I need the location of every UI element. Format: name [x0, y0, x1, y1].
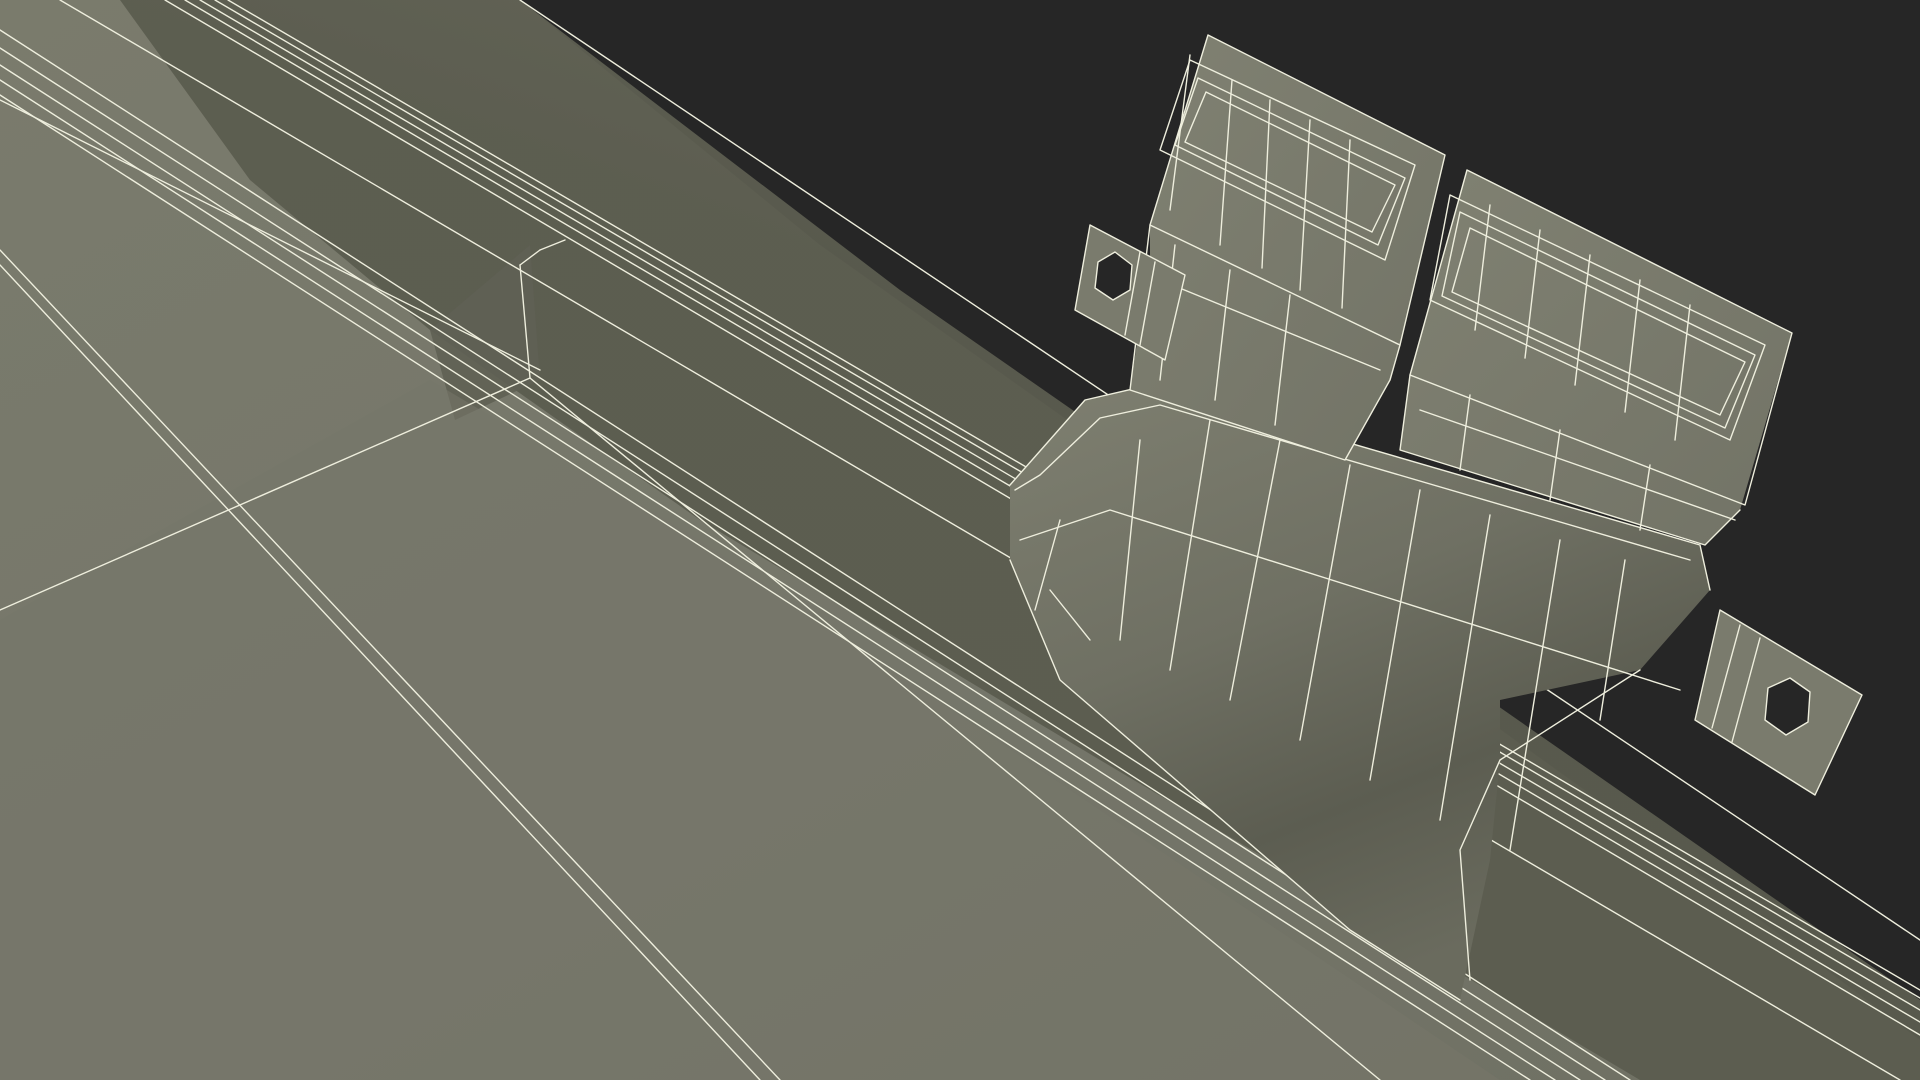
wireframe-scene — [0, 0, 1920, 1080]
render-viewport — [0, 0, 1920, 1080]
